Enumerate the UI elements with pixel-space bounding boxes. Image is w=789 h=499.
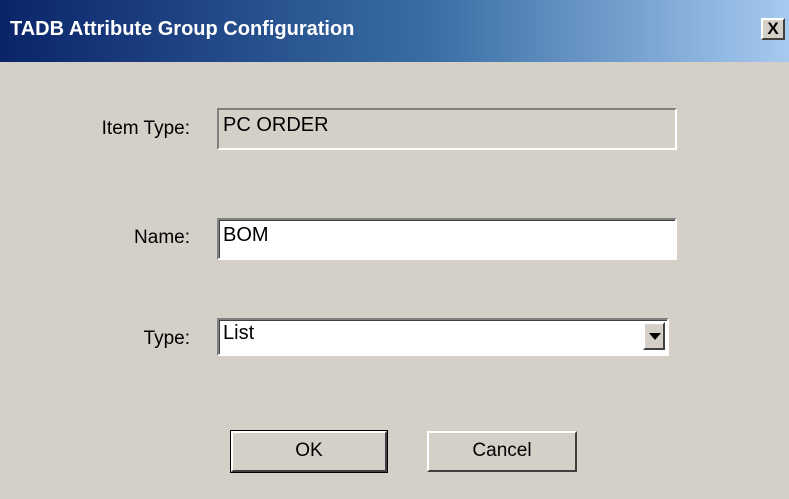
dialog-window: TADB Attribute Group Configuration X Ite… (0, 0, 789, 499)
type-select[interactable]: List (217, 318, 669, 356)
window-title: TADB Attribute Group Configuration (10, 18, 355, 40)
close-icon: X (767, 19, 779, 38)
item-type-field: PC ORDER (217, 108, 677, 150)
item-type-label: Item Type: (101, 118, 190, 139)
close-button[interactable]: X (761, 18, 785, 40)
name-input[interactable]: BOM (217, 218, 677, 260)
chevron-down-icon (649, 333, 661, 340)
type-select-value: List (223, 322, 255, 344)
cancel-button[interactable]: Cancel (427, 431, 577, 472)
name-label: Name: (134, 227, 190, 248)
ok-button[interactable]: OK (230, 430, 388, 473)
title-bar[interactable]: TADB Attribute Group Configuration X (0, 0, 789, 62)
dropdown-button[interactable] (643, 322, 665, 350)
type-label: Type: (143, 328, 190, 349)
name-input-value: BOM (223, 224, 269, 246)
